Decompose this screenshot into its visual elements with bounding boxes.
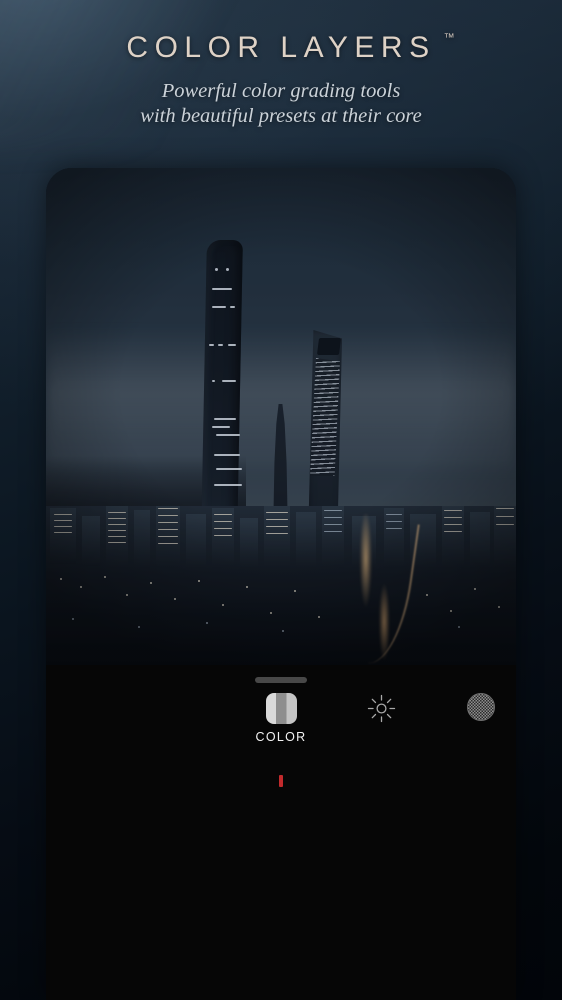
drag-handle[interactable] [255, 677, 307, 683]
editor-panel: COLOR [46, 665, 516, 1000]
subtitle-line-2: with beautiful presets at their core [140, 105, 422, 127]
active-tab-indicator [279, 775, 283, 787]
page-title: COLOR LAYERS ™ [126, 31, 454, 65]
tab-light[interactable] [338, 689, 424, 730]
tool-tabs: COLOR [46, 689, 516, 787]
tab-grain[interactable] [438, 689, 516, 730]
color-swatch-icon [265, 693, 297, 724]
swfc-aperture [316, 338, 342, 355]
header: COLOR LAYERS ™ Powerful color grading to… [0, 0, 562, 129]
page-subtitle: Powerful color grading tools with beauti… [0, 79, 562, 129]
photo-canvas[interactable] [46, 168, 516, 665]
tab-color[interactable]: COLOR [238, 689, 324, 744]
tab-color-label: COLOR [255, 730, 307, 744]
shanghai-tower [201, 240, 243, 540]
grain-circle-icon [466, 693, 497, 724]
sun-icon [366, 693, 397, 724]
trademark-symbol: ™ [443, 32, 456, 44]
app-root: COLOR LAYERS ™ Powerful color grading to… [0, 0, 562, 1000]
page-title-text: COLOR LAYERS [126, 31, 436, 64]
subtitle-line-1: Powerful color grading tools [161, 80, 401, 102]
phone-mockup: COLOR [46, 168, 516, 1000]
dense-cityscape [46, 506, 516, 665]
